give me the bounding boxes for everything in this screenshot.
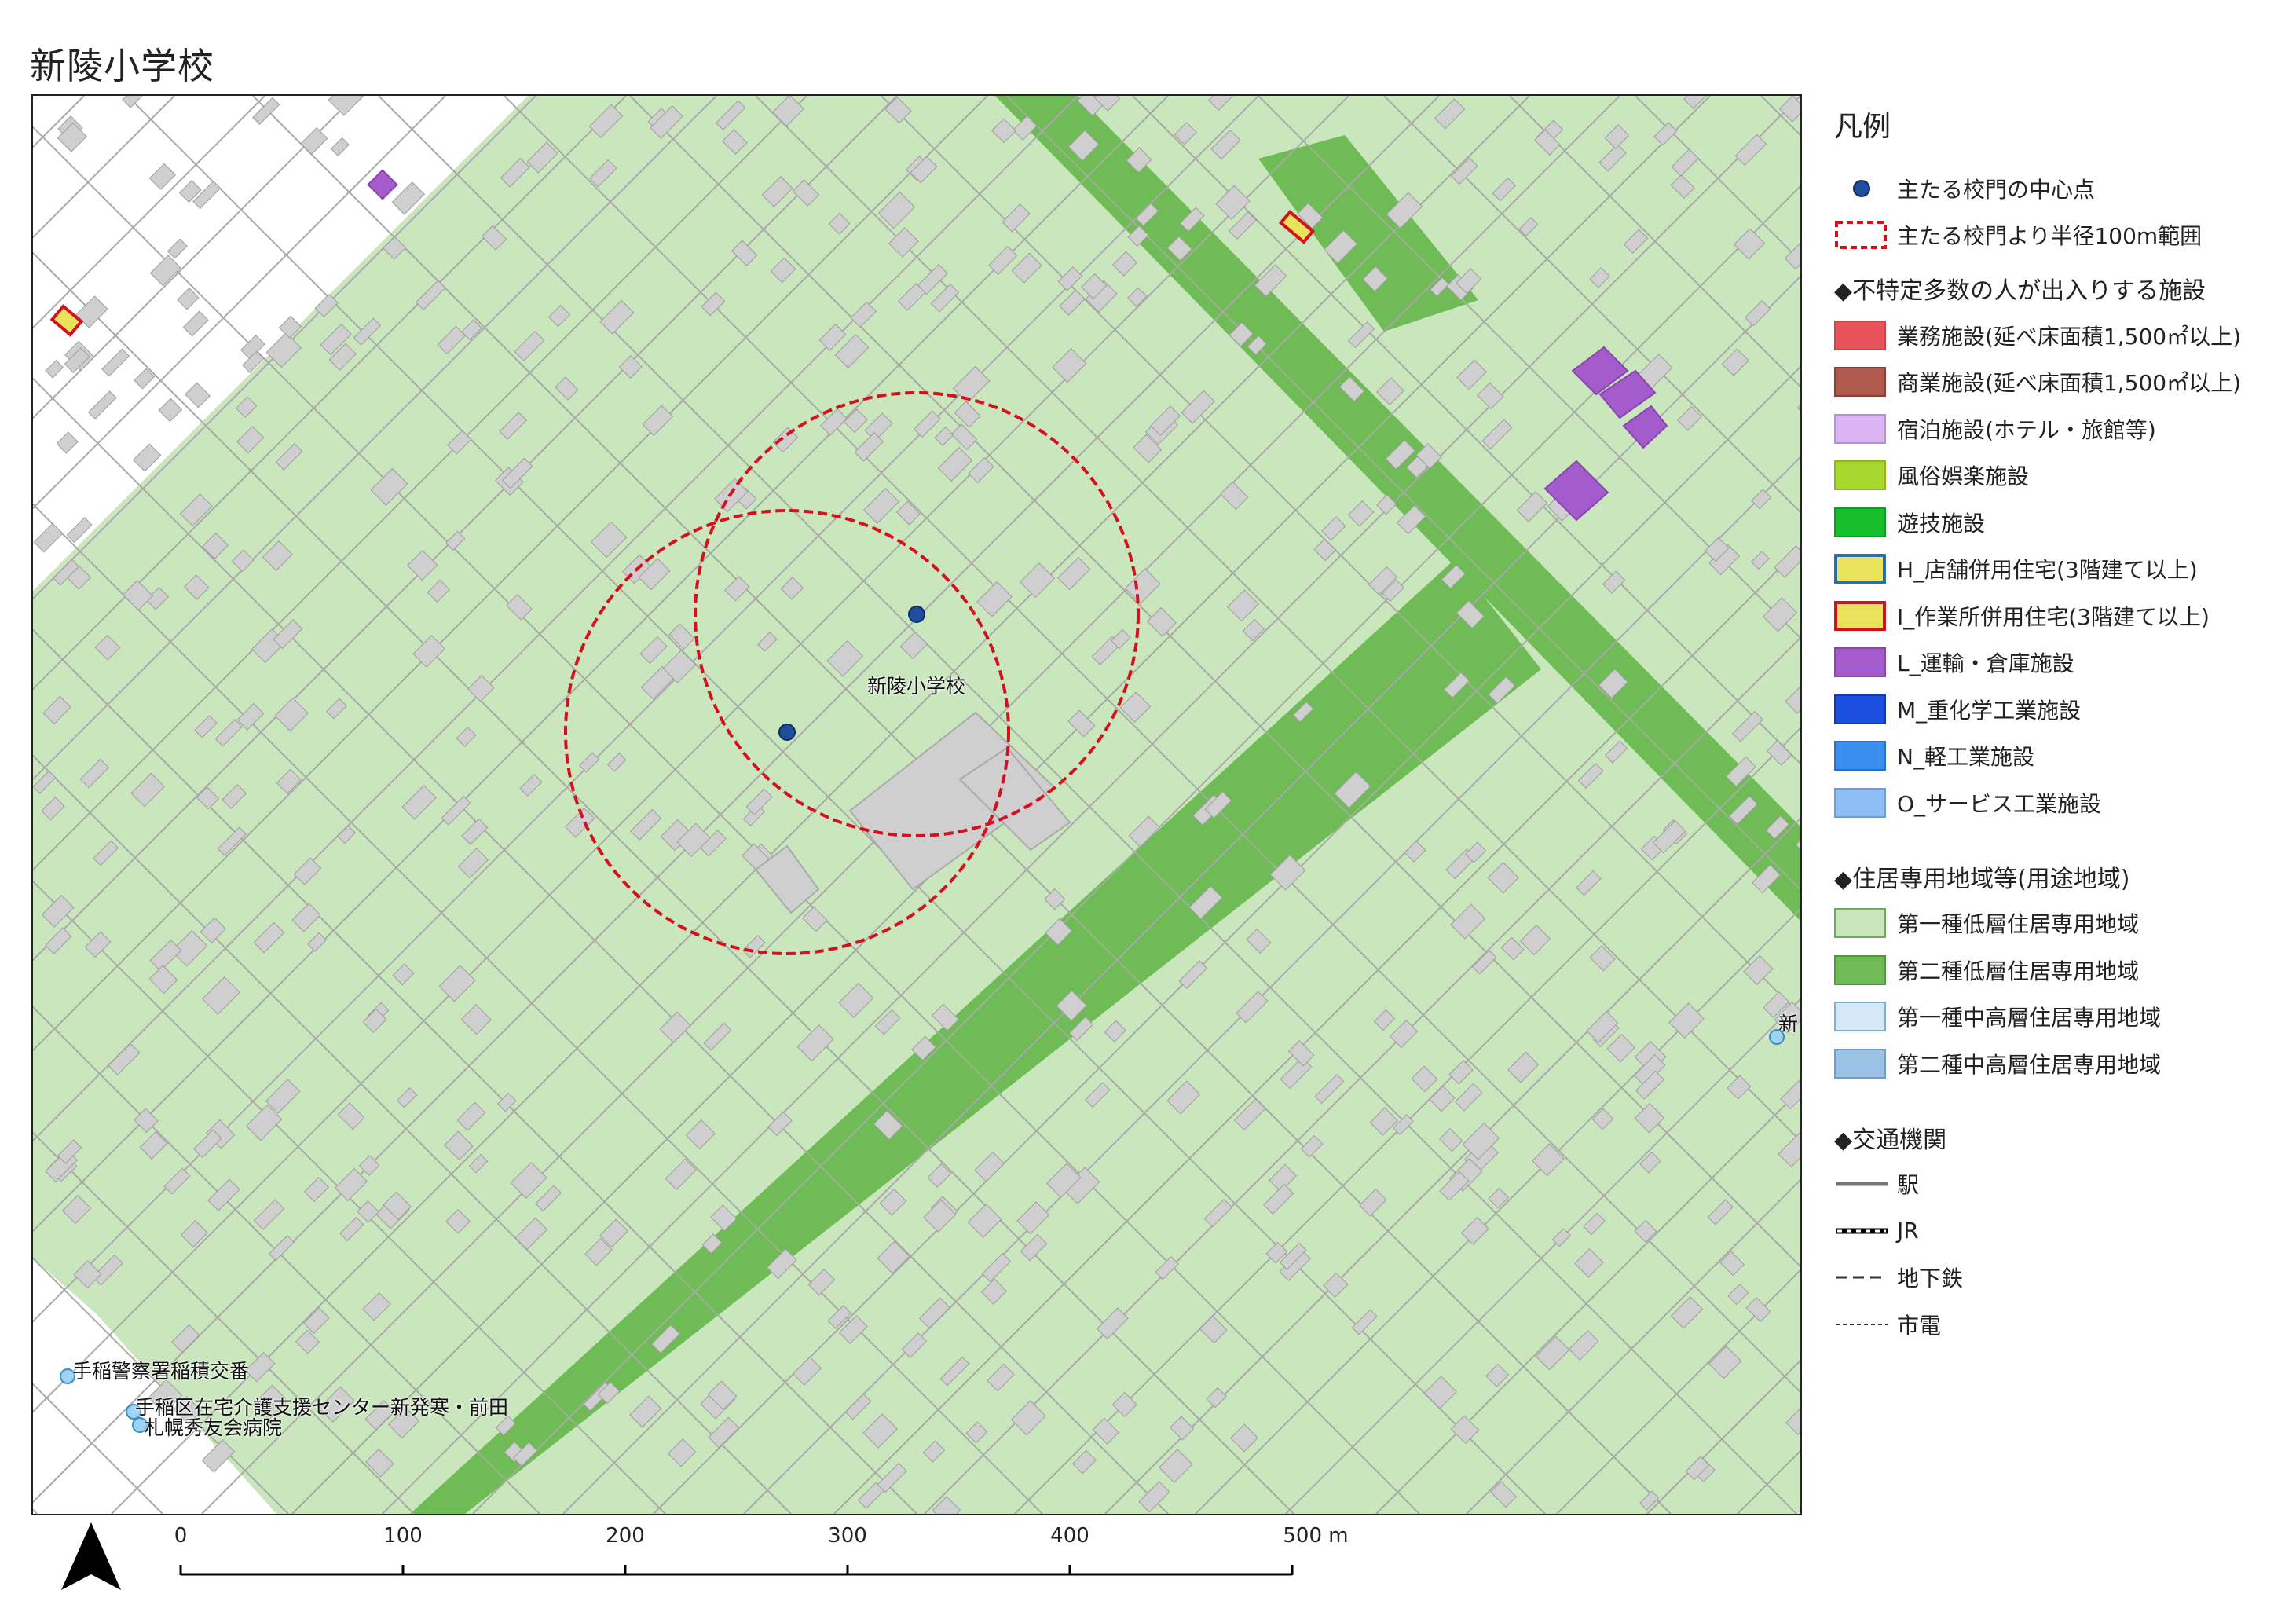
legend-label-facility: M_重化学工業施設 xyxy=(1897,697,2082,724)
facility-swatch-icon xyxy=(1834,741,1886,771)
legend-item-facility-5: H_店舗併用住宅(3階建て以上) xyxy=(1834,546,2286,593)
zone-swatch-icon xyxy=(1834,1048,1886,1079)
legend-title: 凡例 xyxy=(1834,111,1891,143)
facility-swatch-icon xyxy=(1834,507,1886,537)
legend-label-transport: 駅 xyxy=(1897,1172,1920,1199)
map-frame[interactable]: 新陵小学校 新 手稲警察署稲積交番 手稲区在宅介護支援センター新発寒・前田 札幌… xyxy=(31,94,1802,1515)
legend-item-zone-0: 第一種低層住居専用地域 xyxy=(1834,900,2286,947)
legend-item-facility-1: 商業施設(延べ床面積1,500㎡以上) xyxy=(1834,359,2286,406)
legend-item-facility-9: N_軽工業施設 xyxy=(1834,733,2286,780)
legend-item-zone-3: 第二種中高層住居専用地域 xyxy=(1834,1040,2286,1087)
legend-item-transport-3: 市電 xyxy=(1834,1301,2286,1348)
gate-point-2 xyxy=(908,606,925,623)
legend-label-transport: JR xyxy=(1897,1218,1919,1244)
legend-label-zone: 第二種中高層住居専用地域 xyxy=(1897,1051,2162,1078)
legend-label-facility: 商業施設(延べ床面積1,500㎡以上) xyxy=(1897,370,2242,397)
radius-dashed-box-icon xyxy=(1835,221,1887,250)
legend-zone-list: 第一種低層住居専用地域 第二種低層住居専用地域 第一種中高層住居専用地域 第二種中高層… xyxy=(1834,900,2286,1087)
legend-item-facility-3: 風俗娯楽施設 xyxy=(1834,452,2286,500)
legend-label-gate: 主たる校門の中心点 xyxy=(1897,176,2096,203)
transport-line-icon xyxy=(1836,1182,1888,1186)
legend-label-facility: O_サービス工業施設 xyxy=(1897,790,2102,817)
legend-heading-facilities: ◆不特定多数の人が出入りする施設 xyxy=(1834,277,2206,305)
facility-swatch-icon xyxy=(1834,694,1886,724)
legend-item-facility-7: L_運輸・倉庫施設 xyxy=(1834,639,2286,687)
legend-item-facility-2: 宿泊施設(ホテル・旅館等) xyxy=(1834,405,2286,452)
legend-label-facility: I_作業所併用住宅(3階建て以上) xyxy=(1897,603,2210,630)
facility-swatch-icon xyxy=(1834,460,1886,491)
transport-line-icon xyxy=(1836,1276,1888,1279)
legend-item-facility-10: O_サービス工業施設 xyxy=(1834,779,2286,826)
page-title: 新陵小学校 xyxy=(30,45,214,87)
legend-item-facility-4: 遊技施設 xyxy=(1834,499,2286,546)
legend-label-facility: N_軽工業施設 xyxy=(1897,744,2034,771)
poi-marker-edge[interactable] xyxy=(1769,1029,1785,1045)
legend-item-zone-2: 第一種中高層住居専用地域 xyxy=(1834,994,2286,1041)
legend-label-facility: 宿泊施設(ホテル・旅館等) xyxy=(1897,416,2156,443)
school-label: 新陵小学校 xyxy=(867,675,966,698)
legend-item-facility-8: M_重化学工業施設 xyxy=(1834,686,2286,733)
scale-bar: 0 100 200 300 400 500 m xyxy=(157,1524,1367,1603)
legend-label-radius: 主たる校門より半径100m範囲 xyxy=(1897,223,2203,250)
legend-item-transport-0: 駅 xyxy=(1834,1161,2286,1208)
facility-swatch-icon xyxy=(1834,320,1886,350)
transport-line-icon xyxy=(1836,1323,1888,1325)
legend-label-facility: 遊技施設 xyxy=(1897,510,1986,537)
gate-dot-icon xyxy=(1853,179,1870,197)
legend-facility-list: 業務施設(延べ床面積1,500㎡以上) 商業施設(延べ床面積1,500㎡以上) 宿泊… xyxy=(1834,312,2286,826)
zone-swatch-icon xyxy=(1834,954,1886,985)
poi-label-hospital: 札幌秀友会病院 xyxy=(145,1416,283,1439)
legend-transport-list: 駅 JR 地下鉄市電 xyxy=(1834,1161,2286,1348)
legend-label-transport: 地下鉄 xyxy=(1897,1266,1964,1292)
legend-panel: 凡例 主たる校門の中心点 主たる校門より半径100m範囲 ◆不特定多数の人が出入… xyxy=(1834,104,2286,1348)
transport-line-icon xyxy=(1836,1228,1888,1234)
scale-bar-line xyxy=(179,1565,1294,1576)
facility-swatch-icon xyxy=(1834,367,1886,398)
legend-label-zone: 第二種低層住居専用地域 xyxy=(1897,958,2140,984)
facility-swatch-icon xyxy=(1834,647,1886,678)
legend-heading-transport: ◆交通機関 xyxy=(1834,1126,1947,1154)
legend-item-facility-6: I_作業所併用住宅(3階建て以上) xyxy=(1834,592,2286,639)
facility-swatch-icon xyxy=(1834,787,1886,818)
legend-item-gate: 主たる校門の中心点 xyxy=(1834,165,2286,212)
legend-label-facility: L_運輸・倉庫施設 xyxy=(1897,650,2074,677)
facility-swatch-icon xyxy=(1834,413,1886,444)
facility-swatch-icon xyxy=(1834,600,1886,631)
legend-label-facility: H_店舗併用住宅(3階建て以上) xyxy=(1897,557,2198,584)
north-arrow-icon xyxy=(61,1522,121,1590)
facility-swatch-icon xyxy=(1834,554,1886,584)
legend-heading-zones: ◆住居専用地域等(用途地域) xyxy=(1834,865,2130,893)
legend-label-facility: 業務施設(延べ床面積1,500㎡以上) xyxy=(1897,323,2242,350)
legend-label-zone: 第一種中高層住居専用地域 xyxy=(1897,1005,2162,1031)
legend-label-transport: 市電 xyxy=(1897,1312,1942,1339)
legend-item-radius: 主たる校門より半径100m範囲 xyxy=(1834,212,2286,259)
poi-label-police-box: 手稲警察署稲積交番 xyxy=(72,1360,250,1383)
zone-swatch-icon xyxy=(1834,908,1886,939)
legend-item-transport-2: 地下鉄 xyxy=(1834,1255,2286,1302)
legend-item-facility-0: 業務施設(延べ床面積1,500㎡以上) xyxy=(1834,312,2286,359)
legend-item-zone-1: 第二種低層住居専用地域 xyxy=(1834,947,2286,994)
legend-label-zone: 第一種低層住居専用地域 xyxy=(1897,911,2140,938)
zone-swatch-icon xyxy=(1834,1002,1886,1032)
legend-item-transport-1: JR xyxy=(1834,1207,2286,1255)
map-canvas[interactable] xyxy=(33,96,1800,1514)
legend-label-facility: 風俗娯楽施設 xyxy=(1897,463,2030,490)
gate-point-1 xyxy=(778,724,796,741)
